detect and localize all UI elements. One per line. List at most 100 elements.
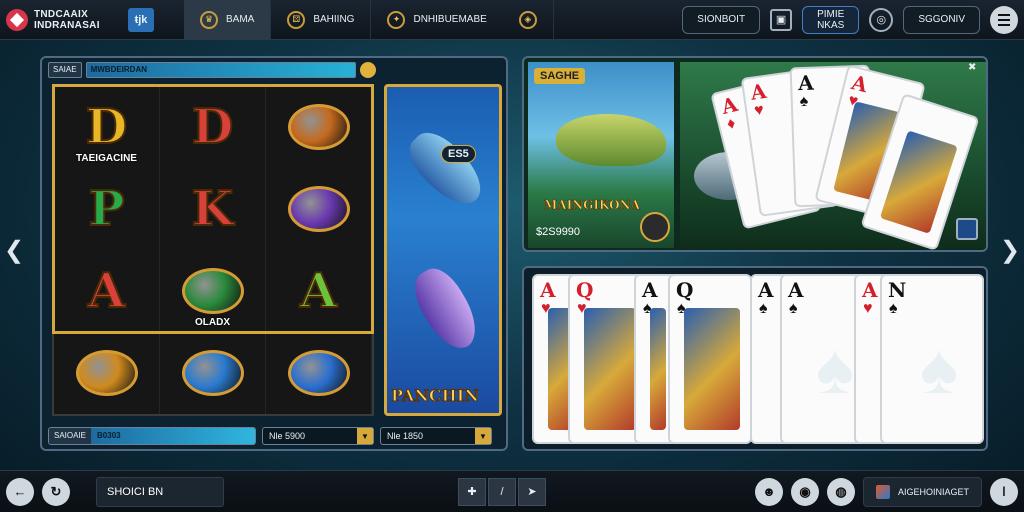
card-rank: A xyxy=(797,70,815,96)
slot-symbol: A xyxy=(266,250,372,332)
slot-header-label: SAIAE xyxy=(48,62,82,78)
tab-label: BAMA xyxy=(226,14,255,25)
compass-icon: ✦ xyxy=(387,10,406,29)
fish-game-panel[interactable]: SAGHE MAINGIKONA $2S9990 A ♦ A ♥ A ♠ A ♥ ✖ xyxy=(522,56,988,252)
arrow-icon[interactable]: ➤ xyxy=(518,477,546,506)
coin-icon: ◈ xyxy=(518,10,537,29)
slot-symbol-letter: D xyxy=(85,98,129,156)
gem-icon xyxy=(287,350,350,396)
settings-icon[interactable]: ◎ xyxy=(869,7,894,32)
slot-symbol-caption: OLADX xyxy=(195,317,230,328)
slot-symbol: D TAEIGACINE xyxy=(54,86,160,168)
card-rank: A xyxy=(862,278,878,302)
bet-selector-2[interactable]: Nle 1850 ▼ xyxy=(380,427,492,445)
card-suit: ♠ xyxy=(799,92,809,111)
gamepad-icon[interactable]: ✚ xyxy=(458,477,486,506)
fish-icon xyxy=(556,114,666,166)
bet-selector-1[interactable]: Nle 5900 ▼ xyxy=(262,427,374,445)
card-suit: ♠ xyxy=(889,300,898,317)
header-pill-button[interactable]: SIONBOIT xyxy=(682,5,761,34)
card-suit: ♥ xyxy=(863,300,873,317)
tab-bahiing[interactable]: ⚄ BAHIING xyxy=(271,0,372,40)
tab-label: DNHIBUEMABE xyxy=(413,14,487,25)
card-game-thumbnail[interactable]: A ♦ A ♥ A ♠ A ♥ xyxy=(680,62,986,250)
crown-icon: ♛ xyxy=(200,10,218,29)
coin-icon[interactable] xyxy=(640,212,670,242)
slot-symbol-letter: D xyxy=(191,98,235,156)
fish-game-title: PANCHIN xyxy=(391,386,480,406)
slot-reels[interactable]: D TAEIGACINE D P K A OLADX A xyxy=(52,84,374,416)
search-field[interactable]: SHOICI BN xyxy=(96,476,224,507)
dice-icon: ⚄ xyxy=(287,10,306,29)
chevron-down-icon[interactable]: ▼ xyxy=(475,428,491,444)
lock-icon[interactable]: ◍ xyxy=(826,477,855,506)
slot-symbol-letter: A xyxy=(299,262,338,320)
card-rank: A xyxy=(540,278,556,302)
card-rank: A xyxy=(718,91,740,119)
slot-symbol: A xyxy=(54,250,160,332)
card-row-panel[interactable]: A ♥ Q ♥ A ♠ Q ♠ A ♠ A ♠ ♠ A ♥ N ♠ ♠ xyxy=(522,266,988,451)
expand-icon[interactable] xyxy=(956,218,978,240)
slot-symbol xyxy=(266,332,372,414)
playing-card[interactable]: Q ♠ xyxy=(668,274,752,444)
blue-pill-line-2: NKAS xyxy=(817,19,845,31)
next-arrow-icon[interactable]: ❯ xyxy=(1000,236,1020,265)
slot-symbol xyxy=(266,168,372,250)
chat-icon[interactable]: ◉ xyxy=(790,477,819,506)
bottom-bar: ← ↻ SHOICI BN ✚ / ➤ ☻ ◉ ◍ AIGEHOINIAGET … xyxy=(0,470,1024,512)
slot-symbol: OLADX xyxy=(160,250,266,332)
user-icon[interactable]: ☻ xyxy=(754,477,783,506)
account-button[interactable]: AIGEHOINIAGET xyxy=(862,476,982,507)
logo-line-1: TNDCAAIX xyxy=(34,8,89,20)
fish-game-title: MAINGIKONA xyxy=(544,198,640,213)
gem-icon xyxy=(181,350,244,396)
card-art xyxy=(879,130,958,234)
fish-game-thumbnail[interactable]: SAGHE MAINGIKONA $2S9990 xyxy=(528,62,674,248)
slot-game-panel[interactable]: SAIAE MWBDEIRDAN D TAEIGACINE D P K A OLADX A E… xyxy=(40,56,508,451)
balance-display: SAIOAIE B0303 xyxy=(48,427,256,445)
chevron-down-icon[interactable]: ▼ xyxy=(357,428,373,444)
brand-badge[interactable]: ŧjk xyxy=(128,7,154,32)
header-blue-button[interactable]: PIMIE NKAS xyxy=(802,5,860,34)
blue-pill-line-1: PIMIE xyxy=(817,8,845,20)
tab-bama[interactable]: ♛ BAMA xyxy=(184,0,272,40)
back-icon[interactable]: ← xyxy=(6,477,34,506)
fish-game-tag: SAGHE xyxy=(534,68,586,84)
card-art xyxy=(684,308,740,430)
slot-symbol: P xyxy=(54,168,160,250)
slot-symbol-caption: TAEIGACINE xyxy=(76,153,137,164)
fish-feature-column[interactable]: ES5 PANCHIN xyxy=(384,84,502,416)
wallet-icon[interactable]: ▣ xyxy=(770,8,793,31)
slot-symbol xyxy=(266,86,372,168)
account-icon xyxy=(875,484,890,499)
card-suit: ♥ xyxy=(753,101,765,120)
logo[interactable]: TNDCAAIX INDRANASAI xyxy=(0,0,128,40)
account-button-label: AIGEHOINIAGET xyxy=(897,486,969,497)
slash-icon[interactable]: / xyxy=(488,477,516,506)
header-right-pill[interactable]: SGGONIV xyxy=(903,5,980,34)
refresh-icon[interactable]: ↻ xyxy=(42,477,70,506)
gem-icon xyxy=(181,268,244,314)
playing-card[interactable]: N ♠ ♠ xyxy=(880,274,984,444)
slot-header-meter: MWBDEIRDAN xyxy=(85,62,356,78)
card-rank: A xyxy=(642,278,658,302)
card-suit: ♠ xyxy=(759,300,768,317)
logo-icon xyxy=(6,8,28,31)
card-rank: A xyxy=(788,278,804,302)
logo-line-2: INDRANASAI xyxy=(34,19,100,31)
slot-symbol: K xyxy=(160,168,266,250)
slot-symbol-letter: P xyxy=(87,180,125,238)
tab-dnhibuemabe[interactable]: ✦ DNHIBUEMABE ◈ xyxy=(371,0,554,40)
card-rank: Q xyxy=(676,278,694,302)
prev-arrow-icon[interactable]: ❮ xyxy=(4,236,24,265)
top-bar: TNDCAAIX INDRANASAI ŧjk ♛ BAMA ⚄ BAHIING… xyxy=(0,0,1024,40)
card-rank: A xyxy=(758,278,774,302)
close-icon[interactable]: ✖ xyxy=(968,62,976,73)
star-icon[interactable] xyxy=(360,62,376,78)
slot-header: SAIAE MWBDEIRDAN xyxy=(48,62,376,78)
slot-symbol-letter: K xyxy=(191,180,235,238)
info-icon[interactable]: ǀ xyxy=(990,477,1018,506)
slot-symbol xyxy=(160,332,266,414)
slot-symbol: D xyxy=(160,86,266,168)
menu-icon[interactable] xyxy=(990,5,1018,34)
